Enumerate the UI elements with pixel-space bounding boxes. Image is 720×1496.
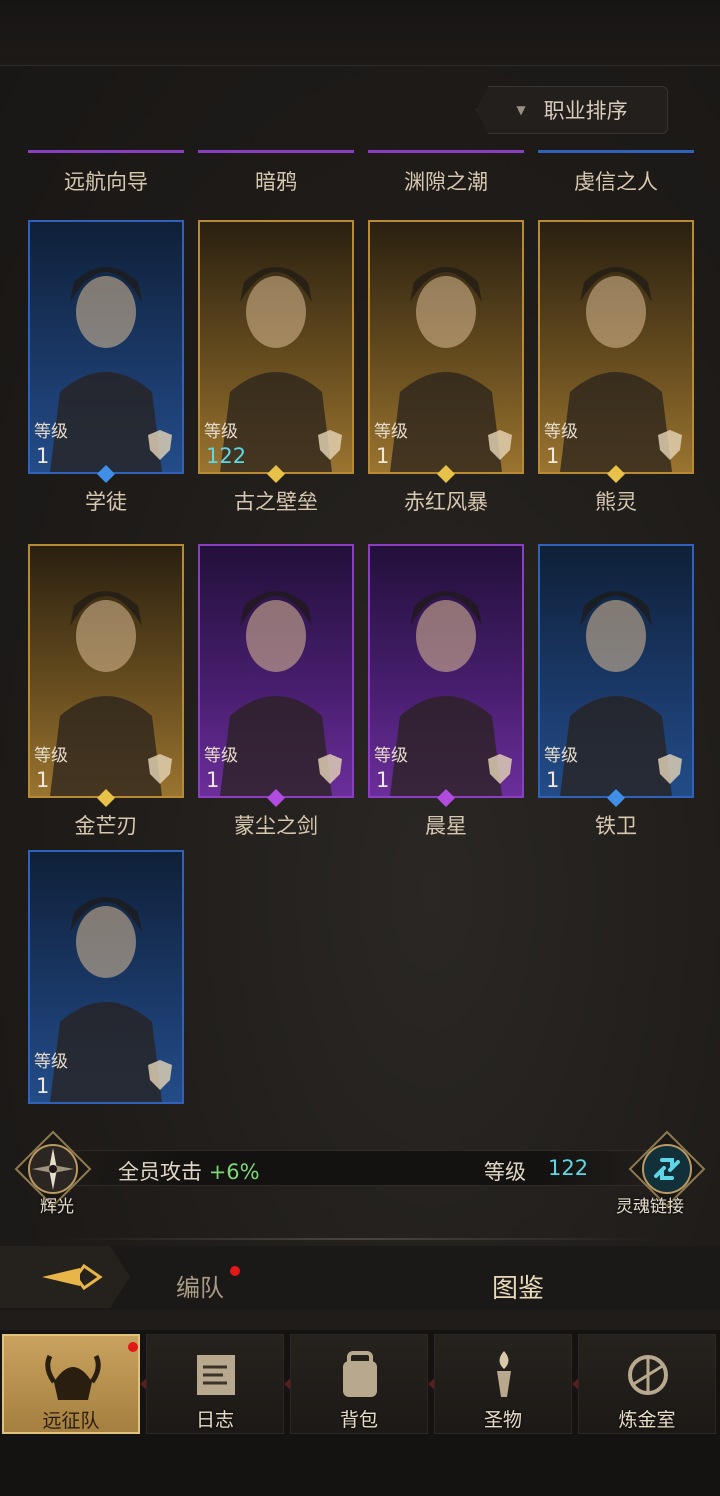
hero-card[interactable]: 等级 1 [368,220,524,474]
level-value: 1 [36,1074,50,1098]
bonus-value: +6% [208,1160,260,1184]
dropdown-arrow-icon: ▼ [516,103,526,117]
top-bar [0,0,720,66]
nav-item-0[interactable]: 远征队 [2,1334,140,1434]
level-value: 1 [546,768,560,792]
shield-emblem-icon [658,754,682,784]
level-caption: 等级 [374,746,408,766]
hero-name-label: 蒙尘之剑 [234,814,318,838]
hero-card[interactable]: 等级 1 [538,544,694,798]
bonus-bar: 辉光 全员攻击 +6% 等级 122 灵魂链接 [0,1130,720,1217]
hero-card[interactable]: 等级 122 [198,220,354,474]
sort-by-class-button[interactable]: ▼ 职业排序 [476,86,668,134]
level-caption: 等级 [204,746,238,766]
tab-bar: 编队 图鉴 [0,1246,720,1310]
level-value: 1 [376,768,390,792]
level-caption: 等级 [34,1052,68,1072]
back-arrow-icon [42,1263,103,1291]
hero-card[interactable]: 等级 1 [368,544,524,798]
hero-card[interactable]: 等级 1 [28,220,184,474]
relic-torch-icon [497,1351,511,1397]
card-rule-blue [538,150,694,153]
level-value: 1 [206,768,220,792]
rarity-gem-icon [266,464,286,484]
hero-card[interactable]: 等级 1 [538,220,694,474]
level-value: 1 [36,444,50,468]
card-rule-purple [28,150,184,153]
soul-link-level-label: 等级 [484,1160,526,1184]
team-attack-bonus: 全员攻击 +6% [118,1156,260,1186]
viking-helmet-icon [45,1354,101,1400]
hero-name-label: 铁卫 [595,814,637,838]
level-value: 1 [36,768,50,792]
level-caption: 等级 [544,422,578,442]
bottom-navigation: 远征队 日志 背包 圣物 炼金室 [0,1330,720,1496]
shield-emblem-icon [318,754,342,784]
back-button[interactable] [0,1246,130,1308]
hero-name-label: 暗鸦 [255,170,297,194]
shield-emblem-icon [148,754,172,784]
top-row-name-labels: 远航向导 暗鸦 渊隙之潮 虔信之人 [0,150,720,196]
level-caption: 等级 [374,422,408,442]
shield-emblem-icon [148,430,172,460]
hero-card[interactable]: 等级 1 [28,850,184,1104]
level-caption: 等级 [34,422,68,442]
level-value: 1 [546,444,560,468]
tab-formation[interactable]: 编队 [176,1268,224,1303]
soul-link-label: 灵魂链接 [616,1197,684,1217]
nav-item-label: 日志 [195,1409,234,1431]
nav-item-label: 圣物 [483,1409,522,1431]
level-caption: 等级 [204,422,238,442]
rarity-gem-icon [606,464,626,484]
nav-item-label: 背包 [339,1409,378,1431]
glory-label: 辉光 [40,1197,74,1217]
notification-dot [230,1266,240,1276]
hero-name-label: 晨星 [425,814,467,838]
hero-card[interactable]: 等级 1 [198,544,354,798]
sort-button-label: 职业排序 [543,99,628,123]
backpack-icon [343,1351,377,1397]
rarity-gem-icon [436,464,456,484]
shield-emblem-icon [488,754,512,784]
nav-item-4[interactable]: 炼金室 [578,1334,716,1434]
rarity-gem-icon [436,788,456,808]
level-value: 122 [206,444,247,468]
notification-dot [128,1342,138,1352]
hero-name-label: 虔信之人 [574,170,658,194]
hero-card[interactable]: 等级 1 [28,544,184,798]
hero-name-label: 金芒刃 [74,814,138,838]
rarity-gem-icon [96,788,116,808]
shield-emblem-icon [488,430,512,460]
tab-codex[interactable]: 图鉴 [492,1268,544,1305]
hero-name-label: 古之壁垒 [234,490,318,514]
card-rule-purple [368,150,524,153]
hero-name-label: 学徒 [85,490,127,514]
level-value: 1 [376,444,390,468]
alchemy-icon [628,1355,668,1395]
divider [60,1238,660,1240]
nav-item-1[interactable]: 日志 [146,1334,284,1434]
shield-emblem-icon [148,1060,172,1090]
nav-item-label: 炼金室 [618,1409,676,1431]
card-rule-purple [198,150,354,153]
scroll-icon [197,1355,235,1395]
hero-name-label: 赤红风暴 [404,490,488,514]
hero-name-label: 远航向导 [64,170,148,194]
level-caption: 等级 [544,746,578,766]
nav-item-2[interactable]: 背包 [290,1334,428,1434]
shield-emblem-icon [658,430,682,460]
shield-emblem-icon [318,430,342,460]
rarity-gem-icon [606,788,626,808]
rarity-gem-icon [96,464,116,484]
rarity-gem-icon [266,788,286,808]
nav-item-3[interactable]: 圣物 [434,1334,572,1434]
level-caption: 等级 [34,746,68,766]
soul-link-level-value: 122 [548,1156,589,1180]
hero-name-label: 熊灵 [595,490,637,514]
hero-name-label: 渊隙之潮 [404,170,488,194]
nav-item-label: 远征队 [42,1410,100,1432]
bonus-text: 全员攻击 [118,1160,202,1184]
